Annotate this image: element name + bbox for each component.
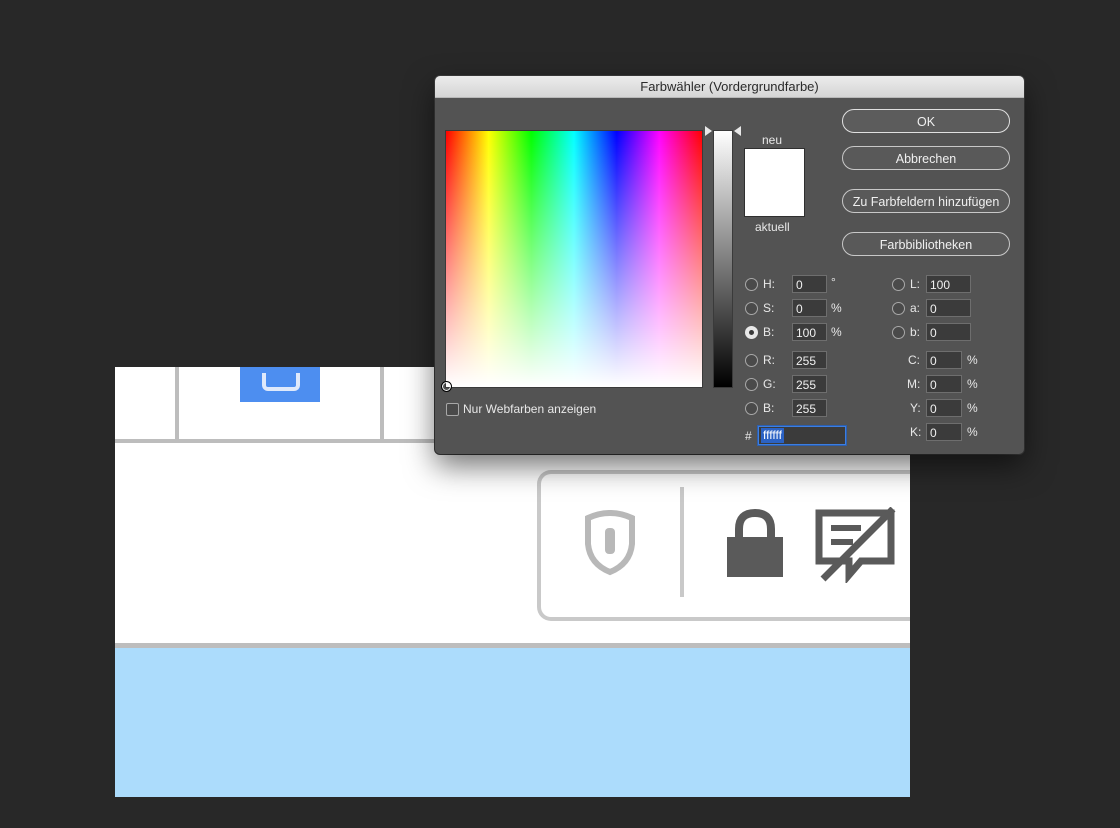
cmyk-m-label: M: — [907, 377, 921, 391]
grid-line — [380, 367, 384, 442]
web-colors-label[interactable]: Nur Webfarben anzeigen — [463, 402, 596, 416]
current-color-label: aktuell — [755, 220, 790, 234]
new-color-label: neu — [762, 133, 783, 147]
hue-input[interactable]: 0 — [792, 275, 827, 293]
web-colors-checkbox[interactable] — [446, 403, 459, 416]
color-field-marker[interactable] — [441, 381, 452, 392]
grid-line — [175, 367, 179, 442]
current-color-swatch[interactable] — [745, 182, 804, 216]
hex-prefix: # — [745, 429, 752, 443]
saturation-unit: % — [831, 301, 842, 315]
blue-label: B: — [763, 401, 775, 415]
brightness-label: B: — [763, 325, 775, 339]
cmyk-m-input[interactable]: 0 — [926, 375, 962, 393]
blue-band — [115, 648, 910, 797]
brightness-input[interactable]: 100 — [792, 323, 827, 341]
red-input[interactable]: 255 — [792, 351, 827, 369]
saturation-input[interactable]: 0 — [792, 299, 827, 317]
cmyk-m-unit: % — [967, 377, 978, 391]
hue-label: H: — [763, 277, 775, 291]
lab-a-label: a: — [910, 301, 921, 315]
radio-green[interactable] — [745, 378, 758, 391]
color-libraries-button[interactable]: Farbbibliotheken — [842, 232, 1010, 256]
radio-blue[interactable] — [745, 402, 758, 415]
cmyk-c-unit: % — [967, 353, 978, 367]
cmyk-y-unit: % — [967, 401, 978, 415]
radio-brightness[interactable] — [745, 326, 758, 339]
color-picker-dialog: Farbwähler (Vordergrundfarbe) neu aktuel… — [435, 76, 1024, 454]
cmyk-y-label: Y: — [910, 401, 921, 415]
cmyk-k-unit: % — [967, 425, 978, 439]
ok-button[interactable]: OK — [842, 109, 1010, 133]
cancel-button[interactable]: Abbrechen — [842, 146, 1010, 170]
blue-input[interactable]: 255 — [792, 399, 827, 417]
lock-icon — [727, 508, 783, 577]
cmyk-c-label: C: — [908, 353, 920, 367]
cmyk-k-label: K: — [910, 425, 922, 439]
hue-unit: ° — [831, 275, 836, 289]
cmyk-k-input[interactable]: 0 — [926, 423, 962, 441]
lab-l-input[interactable]: 100 — [926, 275, 971, 293]
lab-b-input[interactable]: 0 — [926, 323, 971, 341]
radio-lab-l[interactable] — [892, 278, 905, 291]
radio-lab-b[interactable] — [892, 326, 905, 339]
green-label: G: — [763, 377, 776, 391]
green-input[interactable]: 255 — [792, 375, 827, 393]
cmyk-c-input[interactable]: 0 — [926, 351, 962, 369]
lab-b-label: b: — [910, 325, 921, 339]
brightness-slider[interactable] — [705, 126, 741, 388]
radio-lab-a[interactable] — [892, 302, 905, 315]
hex-input[interactable]: ffffff — [758, 426, 846, 445]
hex-value[interactable]: ffffff — [761, 428, 784, 443]
lab-l-label: L: — [910, 277, 921, 291]
cmyk-y-input[interactable]: 0 — [926, 399, 962, 417]
color-field[interactable] — [441, 130, 703, 392]
brightness-unit: % — [831, 325, 842, 339]
shield-icon — [585, 510, 635, 576]
blue-icon-tile — [240, 367, 320, 402]
add-to-swatches-button[interactable]: Zu Farbfeldern hinzufügen — [842, 189, 1010, 213]
toolbar-separator — [680, 487, 684, 597]
radio-red[interactable] — [745, 354, 758, 367]
slider-left-arrow-icon[interactable] — [705, 126, 712, 136]
red-label: R: — [763, 353, 775, 367]
saturation-label: S: — [763, 301, 775, 315]
color-swatch — [744, 148, 805, 217]
tile-glyph — [262, 373, 300, 391]
lab-a-input[interactable]: 0 — [926, 299, 971, 317]
radio-hue[interactable] — [745, 278, 758, 291]
radio-saturation[interactable] — [745, 302, 758, 315]
slider-right-arrow-icon[interactable] — [734, 126, 741, 136]
new-color-swatch — [745, 149, 804, 183]
dialog-title[interactable]: Farbwähler (Vordergrundfarbe) — [435, 76, 1024, 98]
comment-off-icon — [815, 507, 896, 583]
